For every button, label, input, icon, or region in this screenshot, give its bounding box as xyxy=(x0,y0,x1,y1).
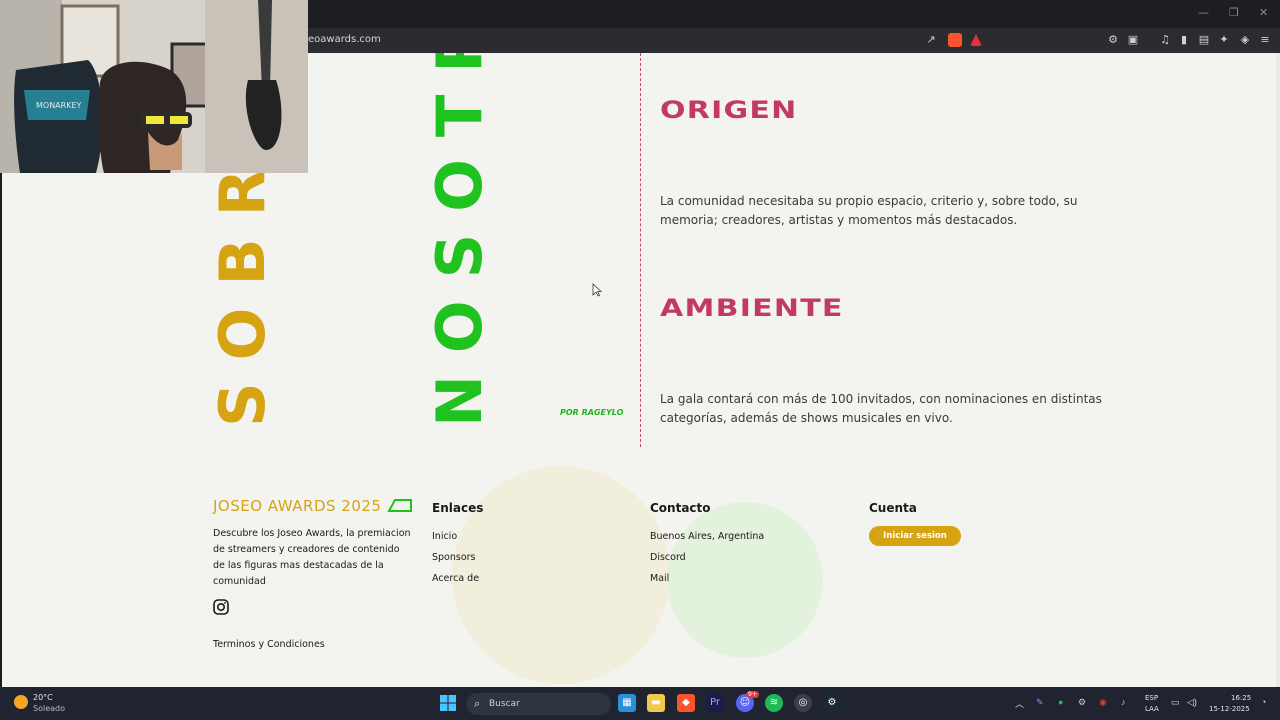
enlaces-title: Enlaces xyxy=(432,501,484,515)
close-button[interactable]: ✕ xyxy=(1259,6,1268,19)
tray-obs-icon[interactable]: ◉ xyxy=(1099,697,1107,708)
tray-spotify-icon[interactable]: ● xyxy=(1058,697,1063,707)
footer-description: Descubre los Joseo Awards, la premiacion… xyxy=(213,528,411,587)
maximize-button[interactable]: ❐ xyxy=(1229,6,1239,19)
ambiente-text: La gala contará con más de 100 invitados… xyxy=(660,392,1102,425)
share-icon[interactable]: ↗ xyxy=(924,33,938,47)
language-bottom[interactable]: LAA xyxy=(1145,705,1159,713)
weather-sun-icon[interactable] xyxy=(14,695,28,709)
windows-start-icon[interactable] xyxy=(440,695,456,711)
link-sponsors[interactable]: Sponsors xyxy=(432,552,476,563)
crown-logo-icon xyxy=(387,499,412,512)
brand-text: JOSEO AWARDS 2025 xyxy=(213,497,382,515)
mouse-cursor-icon xyxy=(592,283,602,297)
decor-circle-gold xyxy=(452,466,670,684)
photos-app-icon[interactable]: ▦ xyxy=(618,694,636,712)
webcam-feed: MONARKEY xyxy=(0,0,308,173)
contact-location: Buenos Aires, Argentina xyxy=(650,531,765,542)
search-placeholder: Buscar xyxy=(489,699,520,709)
link-mail[interactable]: Mail xyxy=(650,573,669,584)
brave-shields-icon[interactable] xyxy=(948,33,962,47)
vpn-icon[interactable]: ◈ xyxy=(1238,33,1252,47)
link-discord[interactable]: Discord xyxy=(650,552,686,563)
windows-taskbar xyxy=(0,687,1280,720)
language-top[interactable]: ESP xyxy=(1145,694,1158,702)
network-icon[interactable]: ▭ xyxy=(1171,697,1180,708)
tray-app-icon[interactable]: ✎ xyxy=(1036,697,1044,708)
page-scrollbar[interactable] xyxy=(1276,53,1280,687)
notifications-icon[interactable]: ◔ xyxy=(1261,697,1266,707)
volume-icon[interactable]: ◁) xyxy=(1187,697,1197,708)
microphone-icon[interactable]: ♪ xyxy=(1121,697,1126,707)
vertical-title-nosotros: NOSOTROS xyxy=(423,53,496,427)
tray-steam-icon[interactable]: ⚙ xyxy=(1078,697,1086,708)
decor-circle-green xyxy=(667,502,823,658)
brave-browser-icon[interactable]: ◆ xyxy=(677,694,695,712)
premiere-pro-icon[interactable]: Pr xyxy=(706,694,724,712)
chair-brand-text: MONARKEY xyxy=(36,101,82,110)
origen-heading: ORIGEN xyxy=(660,96,798,124)
cuenta-title: Cuenta xyxy=(869,501,917,515)
link-acerca[interactable]: Acerca de xyxy=(432,573,479,584)
clock-time[interactable]: 16:25 xyxy=(1231,694,1251,702)
ambiente-heading: AMBIENTE xyxy=(660,294,844,322)
terms-link[interactable]: Terminos y Condiciones xyxy=(213,639,325,650)
weather-temp[interactable]: 20°C xyxy=(33,693,53,702)
minimize-button[interactable]: — xyxy=(1198,6,1209,19)
weather-desc[interactable]: Soleado xyxy=(33,704,65,713)
steam-icon[interactable]: ⚙ xyxy=(823,694,841,712)
address-bar[interactable]: eoawards.com xyxy=(308,34,381,45)
author-credit: POR RAGEYLO xyxy=(560,408,624,417)
menu-icon[interactable]: ≡ xyxy=(1258,33,1272,47)
discord-badge: 9+ xyxy=(746,691,759,698)
taskbar-search[interactable] xyxy=(466,693,611,715)
extensions-icon[interactable]: ⚙ xyxy=(1106,33,1120,47)
contacto-title: Contacto xyxy=(650,501,711,515)
spotify-icon[interactable]: ≋ xyxy=(765,694,783,712)
section-divider xyxy=(640,53,641,447)
tray-overflow-icon[interactable]: ︿ xyxy=(1015,697,1024,710)
wallet-icon[interactable]: ▤ xyxy=(1197,33,1211,47)
instagram-icon[interactable] xyxy=(213,599,229,615)
clock-date[interactable]: 15-12-2025 xyxy=(1209,705,1250,713)
sidebar-icon[interactable]: ▮ xyxy=(1177,33,1191,47)
search-icon: ⌕ xyxy=(474,697,481,710)
webcam-overlay: MONARKEY xyxy=(0,0,308,173)
leo-ai-icon[interactable]: ✦ xyxy=(1217,33,1231,47)
file-explorer-icon[interactable]: ▬ xyxy=(647,694,665,712)
obs-icon[interactable]: ◎ xyxy=(794,694,812,712)
footer-brand: JOSEO AWARDS 2025 xyxy=(213,497,413,515)
login-button[interactable]: Iniciar sesion xyxy=(869,526,961,546)
media-icon[interactable]: ♫ xyxy=(1158,33,1172,47)
link-inicio[interactable]: Inicio xyxy=(432,531,457,542)
origen-text: La comunidad necesitaba su propio espaci… xyxy=(660,194,1078,227)
screenshot-icon[interactable]: ▣ xyxy=(1126,33,1140,47)
